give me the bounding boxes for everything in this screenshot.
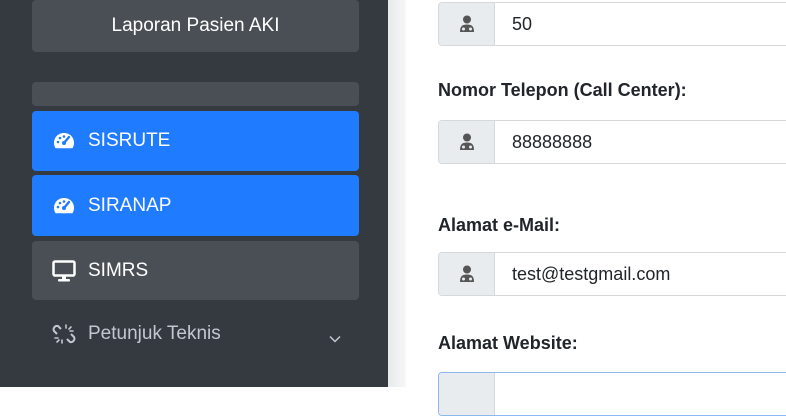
sidebar-item-label: Petunjuk Teknis	[88, 323, 221, 344]
tachometer-icon	[52, 195, 76, 217]
sidebar-separator	[32, 82, 359, 106]
capacity-field[interactable]	[438, 2, 786, 46]
tachometer-icon	[52, 130, 76, 152]
sidebar-item-label: SIRANAP	[88, 194, 172, 216]
website-label: Alamat Website:	[438, 333, 578, 353]
user-doctor-icon	[439, 121, 495, 163]
sidebar-item-petunjuk-teknis[interactable]: Petunjuk Teknis	[32, 305, 359, 363]
sidebar-item-simrs[interactable]: SIMRS	[32, 241, 359, 300]
content-gutter	[388, 0, 406, 387]
capacity-input[interactable]	[495, 12, 786, 36]
email-label: Alamat e-Mail:	[438, 215, 561, 235]
email-field[interactable]	[438, 252, 786, 296]
broken-link-icon	[52, 323, 76, 345]
sidebar-item-label: SIMRS	[88, 259, 149, 281]
phone-input[interactable]	[495, 130, 786, 154]
sidebar-item-sisrute[interactable]: SISRUTE	[32, 111, 359, 171]
sidebar-item-siranap[interactable]: SIRANAP	[32, 175, 359, 236]
report-aki-button[interactable]: Laporan Pasien AKI	[32, 0, 359, 52]
sidebar: Laporan Pasien AKI SISRUTE SIRANAP SIMRS…	[0, 0, 388, 387]
monitor-icon	[52, 259, 76, 282]
user-doctor-icon	[439, 253, 495, 295]
phone-label: Nomor Telepon (Call Center):	[438, 80, 687, 100]
form-panel: Nomor Telepon (Call Center): Alamat e-Ma…	[406, 0, 786, 416]
website-input[interactable]	[495, 382, 786, 406]
user-doctor-icon	[439, 3, 495, 45]
report-aki-label: Laporan Pasien AKI	[111, 15, 280, 36]
input-addon	[439, 373, 495, 415]
website-field[interactable]	[438, 372, 786, 416]
sidebar-item-label: SISRUTE	[88, 130, 171, 151]
chevron-down-icon[interactable]	[329, 327, 341, 349]
email-input[interactable]	[495, 262, 786, 286]
phone-field[interactable]	[438, 120, 786, 164]
